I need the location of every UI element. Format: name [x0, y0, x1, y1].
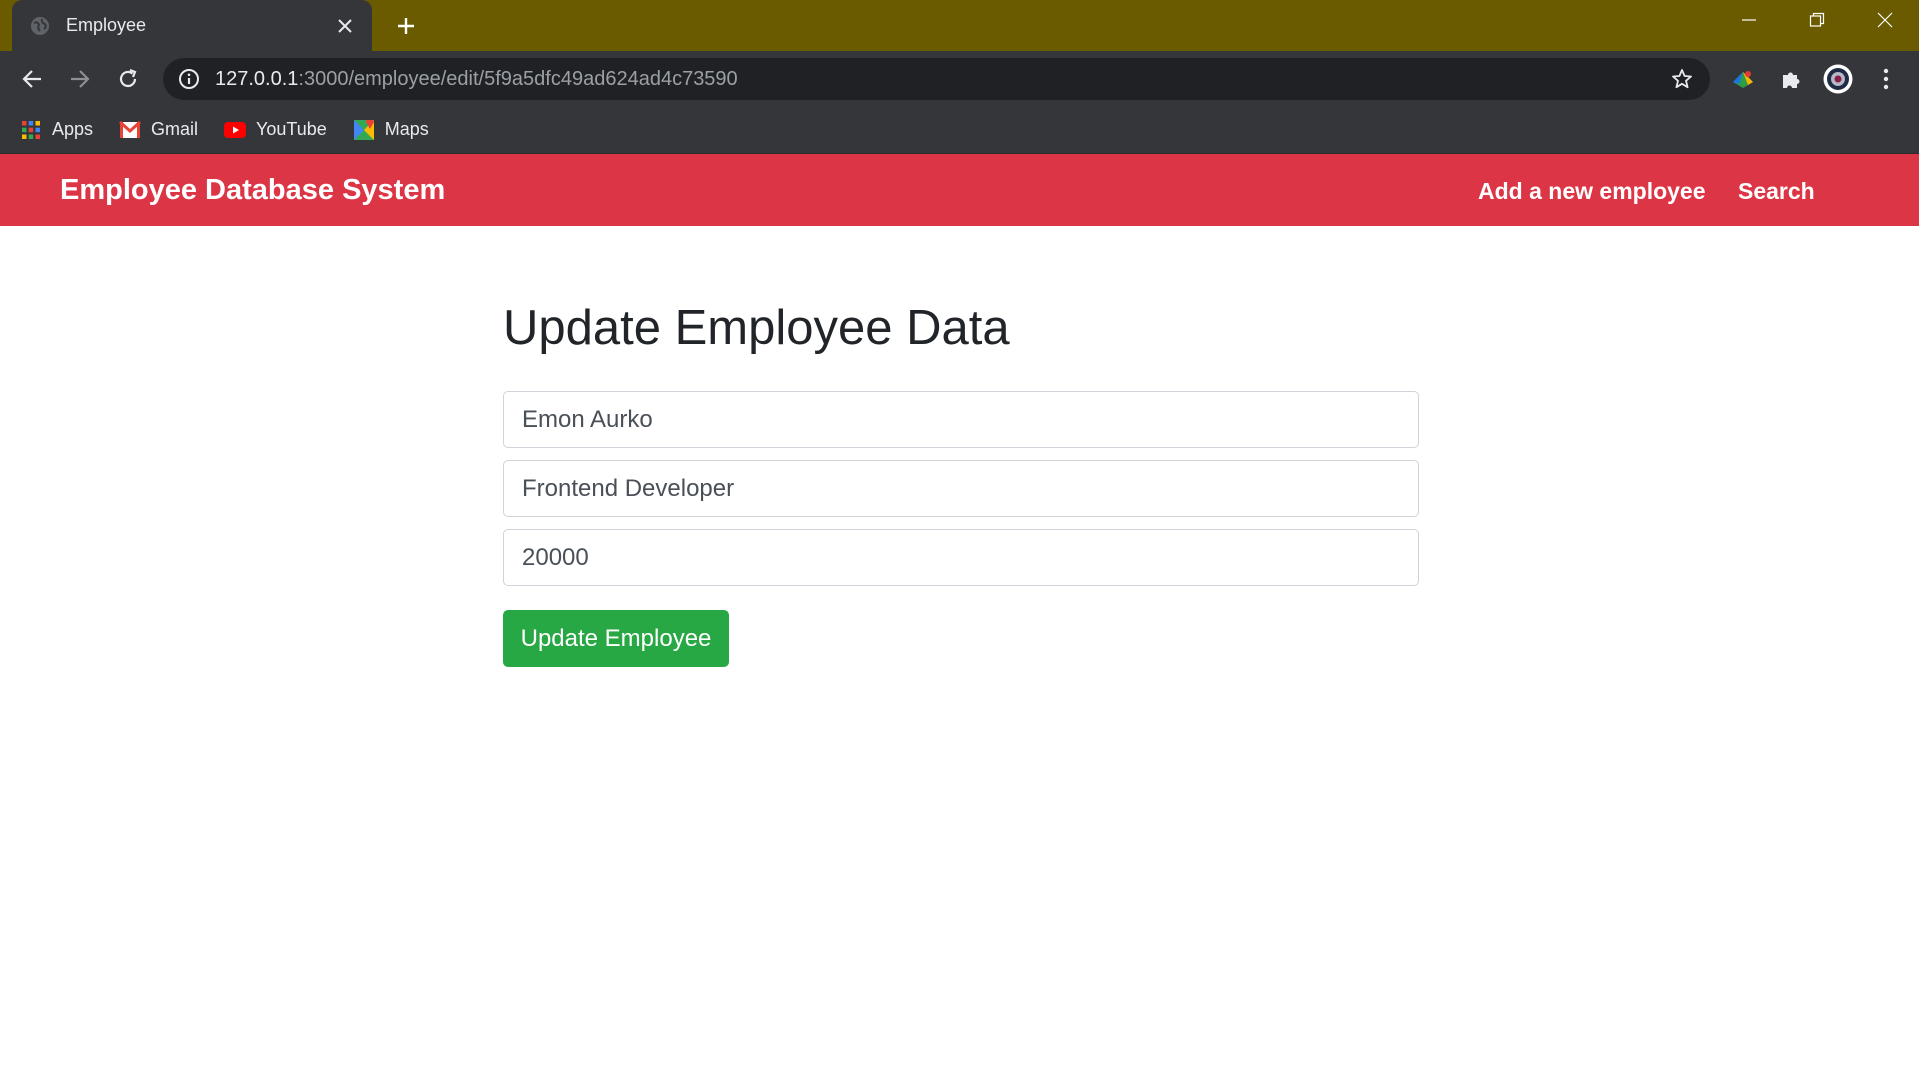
url-host: 127.0.0.1 [215, 67, 299, 90]
url-path: :3000/employee/edit/5f9a5dfc49ad624ad4c7… [298, 67, 738, 90]
page-title: Update Employee Data [503, 301, 1010, 355]
salary-input[interactable] [503, 529, 1419, 586]
info-icon[interactable] [177, 67, 201, 91]
bookmarks-bar: Apps Gmail YouTube Maps [0, 106, 1919, 154]
bookmark-label: Maps [384, 119, 429, 139]
nav-link-add-employee[interactable]: Add a new employee [1478, 178, 1706, 205]
url-text: 127.0.0.1:3000/employee/edit/5f9a5dfc49a… [215, 68, 738, 91]
navbar-brand[interactable]: Employee Database System [60, 174, 445, 207]
bookmark-youtube[interactable]: YouTube [224, 119, 327, 141]
reload-icon[interactable] [110, 61, 146, 97]
minimize-icon[interactable] [1715, 0, 1783, 40]
globe-icon [30, 16, 50, 36]
app-navbar: Employee Database System Add a new emplo… [0, 154, 1919, 226]
nav-link-search[interactable]: Search [1738, 178, 1815, 205]
restore-icon[interactable] [1783, 0, 1851, 40]
maps-icon [353, 119, 375, 141]
more-menu-icon[interactable] [1870, 63, 1902, 95]
back-arrow-icon[interactable] [14, 61, 50, 97]
bookmark-star-icon[interactable] [1670, 67, 1694, 91]
apps-grid-icon [20, 119, 42, 141]
close-tab-icon[interactable] [330, 11, 360, 41]
browser-toolbar: 127.0.0.1:3000/employee/edit/5f9a5dfc49a… [0, 51, 1919, 106]
puzzle-extensions-icon[interactable] [1775, 63, 1807, 95]
close-window-icon[interactable] [1851, 0, 1919, 40]
browser-tab[interactable]: Employee [12, 0, 372, 51]
gmail-icon [119, 119, 142, 141]
browser-titlebar: Employee [0, 0, 1919, 51]
tab-title: Employee [66, 15, 147, 35]
update-employee-button[interactable]: Update Employee [503, 610, 729, 667]
address-bar[interactable]: 127.0.0.1:3000/employee/edit/5f9a5dfc49a… [163, 58, 1710, 100]
bookmark-label: YouTube [256, 119, 327, 139]
bookmark-maps[interactable]: Maps [353, 119, 429, 141]
bookmark-label: Apps [52, 119, 94, 139]
bookmark-gmail[interactable]: Gmail [119, 119, 198, 141]
extension-icon[interactable] [1727, 63, 1759, 95]
bookmark-apps[interactable]: Apps [20, 119, 93, 141]
new-tab-icon[interactable] [390, 10, 422, 42]
youtube-icon [224, 119, 247, 141]
bookmark-label: Gmail [151, 119, 199, 139]
profile-avatar-icon[interactable] [1822, 63, 1854, 95]
forward-arrow-icon[interactable] [62, 61, 98, 97]
name-input[interactable] [503, 391, 1419, 448]
designation-input[interactable] [503, 460, 1419, 517]
